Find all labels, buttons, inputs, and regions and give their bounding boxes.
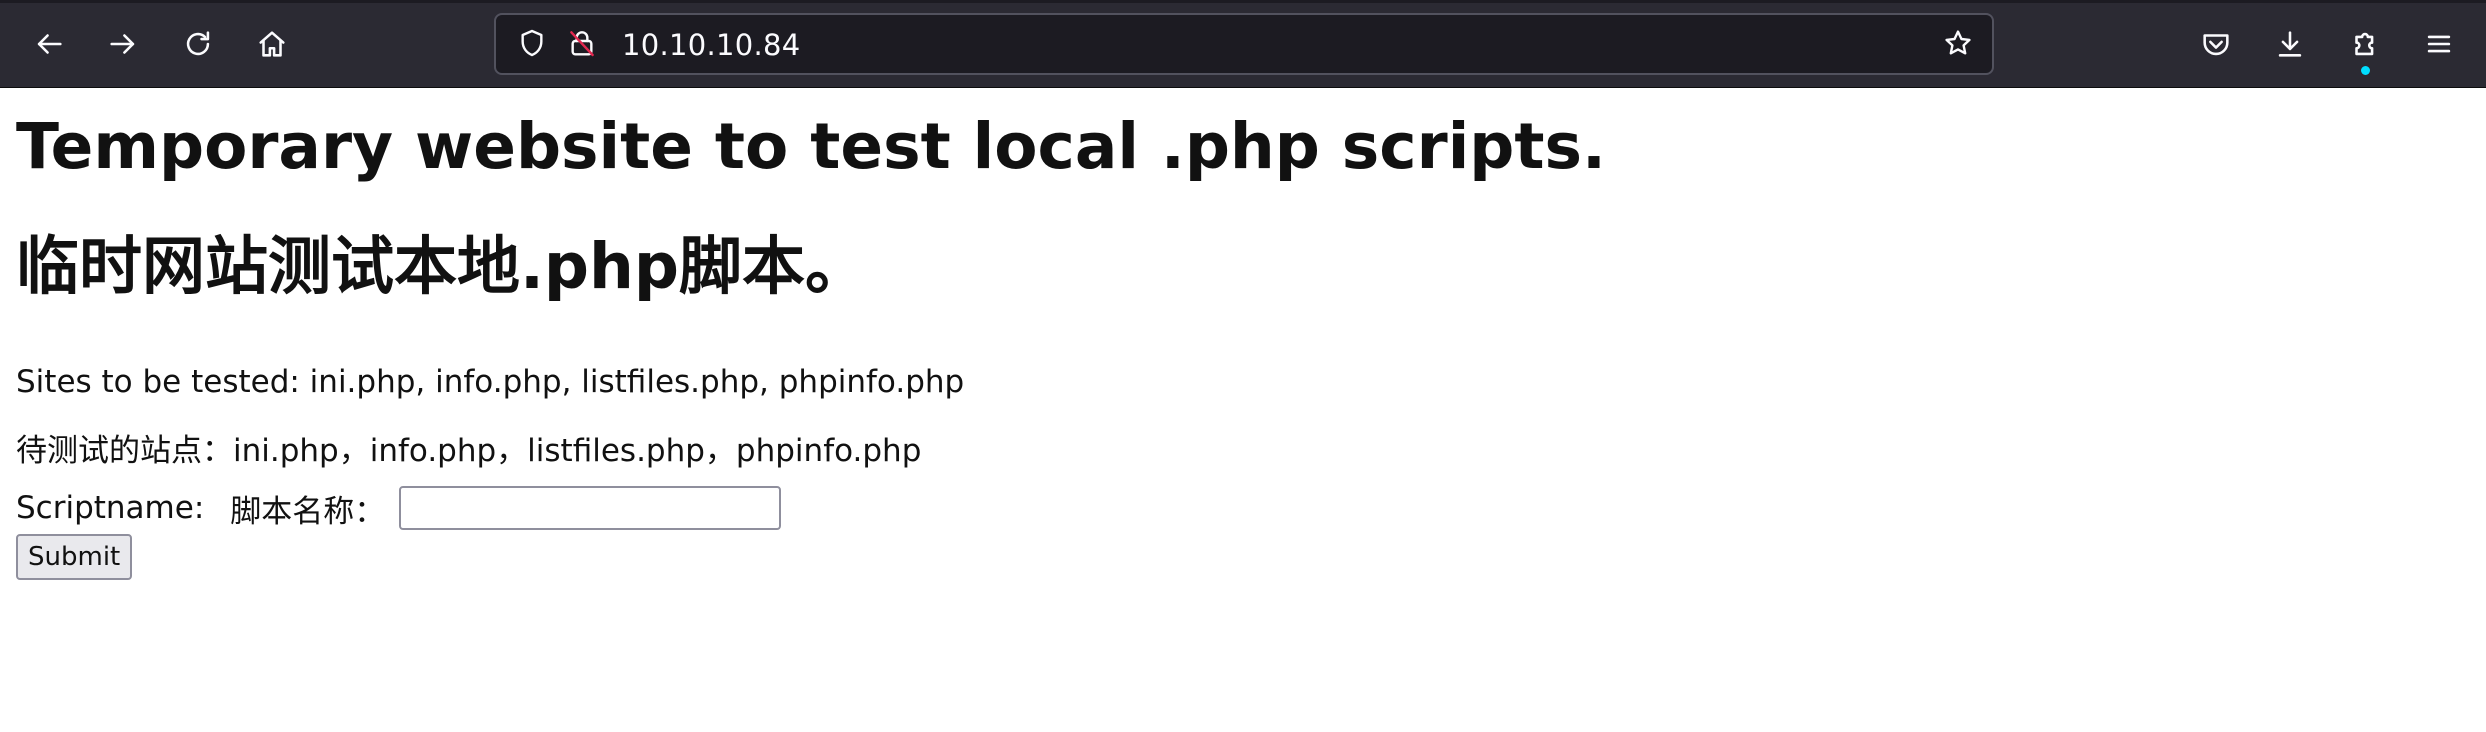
- forward-button[interactable]: [97, 20, 149, 72]
- hamburger-menu-icon: [2422, 27, 2456, 65]
- back-arrow-icon: [32, 27, 66, 65]
- back-button[interactable]: [23, 20, 75, 72]
- scriptname-label: Scriptname:: [16, 490, 205, 526]
- download-icon: [2273, 27, 2307, 65]
- page-title-english: Temporary website to test local .php scr…: [16, 110, 1606, 183]
- browser-toolbar: 10.10.10.84: [0, 0, 2486, 88]
- star-icon: [1942, 27, 1974, 63]
- reload-icon: [181, 27, 215, 65]
- bookmark-button[interactable]: [1940, 27, 1976, 63]
- page-title-chinese: 临时网站测试本地.php脚本。: [16, 230, 868, 303]
- scriptname-row: Scriptname: 脚本名称：: [16, 484, 782, 532]
- app-menu-button[interactable]: [2413, 20, 2465, 72]
- site-security-button[interactable]: [564, 27, 600, 63]
- downloads-button[interactable]: [2264, 20, 2316, 72]
- pocket-icon: [2199, 27, 2233, 65]
- submit-button[interactable]: Submit: [16, 534, 133, 580]
- window-top-border: [0, 0, 2486, 3]
- extension-notification-dot: [2361, 66, 2370, 75]
- extensions-button[interactable]: [2339, 20, 2391, 75]
- forward-arrow-icon: [106, 27, 140, 65]
- url-text[interactable]: 10.10.10.84: [622, 28, 801, 62]
- pocket-button[interactable]: [2190, 20, 2242, 72]
- tracking-protection-button[interactable]: [514, 27, 550, 63]
- insecure-lock-icon: [566, 27, 598, 63]
- sites-to-test-english: Sites to be tested: ini.php, info.php, l…: [16, 364, 965, 400]
- puzzle-icon: [2348, 27, 2382, 65]
- home-button[interactable]: [246, 20, 298, 72]
- scriptname-input[interactable]: [399, 486, 782, 530]
- home-icon: [255, 27, 289, 65]
- reload-button[interactable]: [172, 20, 224, 72]
- shield-icon: [516, 27, 548, 63]
- sites-to-test-chinese: 待测试的站点：ini.php，info.php，listfiles.php，ph…: [16, 433, 922, 469]
- url-bar[interactable]: 10.10.10.84: [494, 13, 1994, 75]
- scriptname-label-chinese: 脚本名称：: [230, 493, 386, 530]
